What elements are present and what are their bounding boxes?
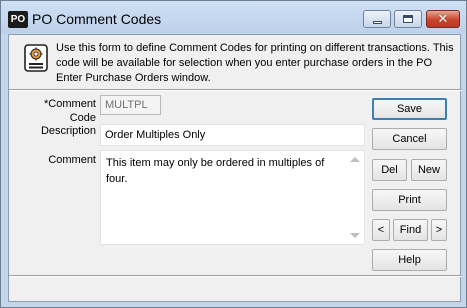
minimize-icon: [372, 20, 382, 24]
divider: [9, 89, 462, 91]
title-bar[interactable]: PO PO Comment Codes ✕: [1, 1, 466, 33]
comment-scrollbar[interactable]: [347, 151, 364, 244]
form-body: Use this form to define Comment Codes fo…: [8, 34, 462, 302]
previous-record-button[interactable]: <: [372, 219, 390, 241]
scroll-up-icon[interactable]: [350, 157, 360, 162]
maximize-icon: [403, 15, 413, 23]
help-button[interactable]: Help: [372, 249, 447, 271]
window-title: PO Comment Codes: [32, 11, 162, 27]
po-app-icon: PO: [8, 11, 28, 28]
find-button[interactable]: Find: [393, 219, 428, 241]
cancel-button[interactable]: Cancel: [372, 128, 447, 150]
divider: [9, 275, 462, 277]
save-button[interactable]: Save: [372, 98, 447, 120]
comment-code-label: *Comment Code: [44, 98, 96, 124]
document-gear-icon: [24, 44, 48, 72]
new-button[interactable]: New: [411, 159, 447, 181]
comment-textarea[interactable]: This item may only be ordered in multipl…: [100, 150, 365, 245]
description-label: Description: [40, 125, 96, 137]
comment-code-field[interactable]: [100, 95, 161, 115]
scroll-down-icon[interactable]: [350, 233, 360, 238]
minimize-button[interactable]: [363, 10, 391, 28]
description-field[interactable]: [100, 124, 365, 146]
comment-text: This item may only be ordered in multipl…: [106, 157, 325, 185]
close-icon: ✕: [437, 11, 449, 27]
print-button[interactable]: Print: [372, 189, 447, 211]
delete-button[interactable]: Del: [372, 159, 407, 181]
maximize-button[interactable]: [394, 10, 422, 28]
po-comment-codes-window: PO PO Comment Codes ✕ Use this form to d…: [0, 0, 467, 308]
next-record-button[interactable]: >: [431, 219, 447, 241]
close-button[interactable]: ✕: [426, 10, 460, 28]
comment-label: Comment: [48, 154, 96, 166]
info-description: Use this form to define Comment Codes fo…: [56, 42, 454, 84]
